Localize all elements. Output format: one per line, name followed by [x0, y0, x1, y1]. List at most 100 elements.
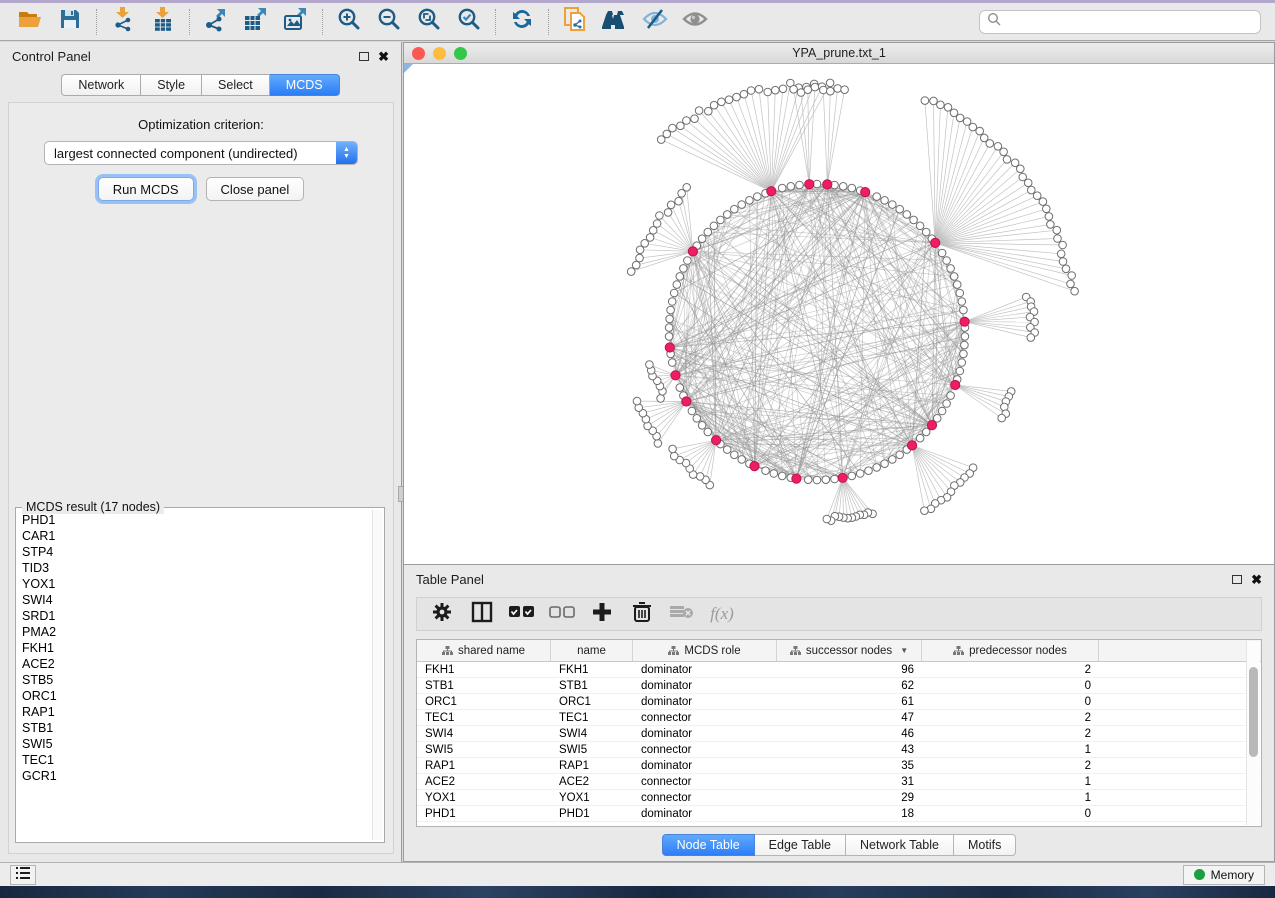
network-node[interactable]	[922, 228, 930, 236]
network-node[interactable]	[676, 273, 684, 281]
table-row[interactable]: YOX1YOX1connector291	[417, 790, 1261, 806]
network-node[interactable]	[1062, 265, 1070, 273]
cell-predecessor-nodes[interactable]: 1	[922, 774, 1099, 789]
network-node[interactable]	[896, 451, 904, 459]
dominator-node[interactable]	[861, 188, 870, 197]
mcds-result-item[interactable]: STB1	[22, 720, 370, 736]
network-node[interactable]	[683, 117, 691, 125]
add-column-button[interactable]	[587, 600, 617, 628]
cell-shared-name[interactable]: SWI4	[417, 726, 551, 741]
cell-shared-name[interactable]: FKH1	[417, 662, 551, 677]
network-node[interactable]	[683, 184, 691, 192]
dominator-node[interactable]	[805, 180, 814, 189]
show-all-columns-button[interactable]	[507, 600, 537, 628]
mcds-result-item[interactable]: FKH1	[22, 640, 370, 656]
cell-name[interactable]: RAP1	[551, 758, 633, 773]
search-field[interactable]	[979, 10, 1261, 34]
network-titlebar[interactable]: YPA_prune.txt_1	[404, 43, 1274, 64]
cell-successor-nodes[interactable]: 46	[777, 726, 922, 741]
network-node[interactable]	[670, 452, 678, 460]
network-node[interactable]	[762, 467, 770, 475]
network-node[interactable]	[710, 222, 718, 230]
table-row[interactable]: SWI5SWI5connector431	[417, 742, 1261, 758]
dominator-node[interactable]	[688, 247, 697, 256]
dominator-node[interactable]	[823, 180, 832, 189]
network-node[interactable]	[961, 333, 969, 341]
network-node[interactable]	[811, 83, 819, 91]
refresh-layout-button[interactable]	[502, 6, 542, 38]
table-options-button[interactable]	[427, 600, 457, 628]
network-node[interactable]	[668, 359, 676, 367]
mcds-result-item[interactable]: SRD1	[22, 608, 370, 624]
network-node[interactable]	[956, 367, 964, 375]
cell-successor-nodes[interactable]: 18	[777, 806, 922, 821]
mcds-result-item[interactable]: PHD1	[22, 512, 370, 528]
mcds-result-item[interactable]: STB5	[22, 672, 370, 688]
network-node[interactable]	[916, 222, 924, 230]
network-node[interactable]	[680, 265, 688, 273]
search-input[interactable]	[1006, 15, 1253, 29]
cell-predecessor-nodes[interactable]: 1	[922, 742, 1099, 757]
network-node[interactable]	[903, 211, 911, 219]
network-node[interactable]	[790, 86, 798, 94]
network-node[interactable]	[796, 181, 804, 189]
network-graph[interactable]	[404, 64, 1274, 564]
network-node[interactable]	[998, 414, 1006, 422]
network-node[interactable]	[656, 212, 664, 220]
task-history-button[interactable]	[10, 865, 36, 885]
network-node[interactable]	[731, 205, 739, 213]
cell-MCDS-role[interactable]: dominator	[633, 758, 777, 773]
zoom-out-button[interactable]	[369, 6, 409, 38]
network-node[interactable]	[969, 123, 977, 131]
dominator-node[interactable]	[931, 238, 940, 247]
network-node[interactable]	[696, 473, 704, 481]
dominator-node[interactable]	[682, 397, 691, 406]
network-node[interactable]	[666, 315, 674, 323]
network-node[interactable]	[1047, 221, 1055, 229]
network-node[interactable]	[664, 209, 672, 217]
cell-successor-nodes[interactable]: 29	[777, 790, 922, 805]
network-node[interactable]	[673, 281, 681, 289]
network-node[interactable]	[754, 193, 762, 201]
network-node[interactable]	[746, 197, 754, 205]
cell-successor-nodes[interactable]: 62	[777, 678, 922, 693]
cell-name[interactable]: SWI5	[551, 742, 633, 757]
dominator-node[interactable]	[951, 380, 960, 389]
network-node[interactable]	[1024, 179, 1032, 187]
mcds-result-item[interactable]: ACE2	[22, 656, 370, 672]
table-row[interactable]: RAP1RAP1dominator352	[417, 758, 1261, 774]
network-node[interactable]	[657, 395, 665, 403]
delete-table-button[interactable]	[667, 600, 697, 628]
column-header-shared-name[interactable]: shared name	[417, 640, 551, 661]
export-network-button[interactable]	[196, 6, 236, 38]
network-node[interactable]	[755, 85, 763, 93]
network-node[interactable]	[1071, 287, 1079, 295]
cell-shared-name[interactable]: PHD1	[417, 806, 551, 821]
network-node[interactable]	[1033, 192, 1041, 200]
network-node[interactable]	[684, 257, 692, 265]
network-node[interactable]	[654, 440, 662, 448]
mcds-result-item[interactable]: TID3	[22, 560, 370, 576]
dominator-node[interactable]	[927, 421, 936, 430]
save-session-button[interactable]	[50, 6, 90, 38]
network-node[interactable]	[718, 98, 726, 106]
float-table-panel-icon[interactable]	[1232, 575, 1242, 584]
network-node[interactable]	[1045, 213, 1053, 221]
cell-predecessor-nodes[interactable]: 2	[922, 710, 1099, 725]
network-node[interactable]	[930, 97, 938, 105]
cell-predecessor-nodes[interactable]: 2	[922, 726, 1099, 741]
network-node[interactable]	[831, 475, 839, 483]
network-node[interactable]	[910, 216, 918, 224]
network-node[interactable]	[960, 306, 968, 314]
float-panel-icon[interactable]	[359, 52, 369, 61]
tab-select[interactable]: Select	[202, 74, 270, 96]
network-node[interactable]	[961, 341, 969, 349]
network-node[interactable]	[823, 515, 831, 523]
dominator-node[interactable]	[908, 441, 917, 450]
network-node[interactable]	[698, 422, 706, 430]
network-node[interactable]	[693, 415, 701, 423]
network-node[interactable]	[873, 193, 881, 201]
table-scrollbar-thumb[interactable]	[1249, 667, 1258, 757]
cell-name[interactable]: PHD1	[551, 806, 633, 821]
network-node[interactable]	[834, 85, 842, 93]
